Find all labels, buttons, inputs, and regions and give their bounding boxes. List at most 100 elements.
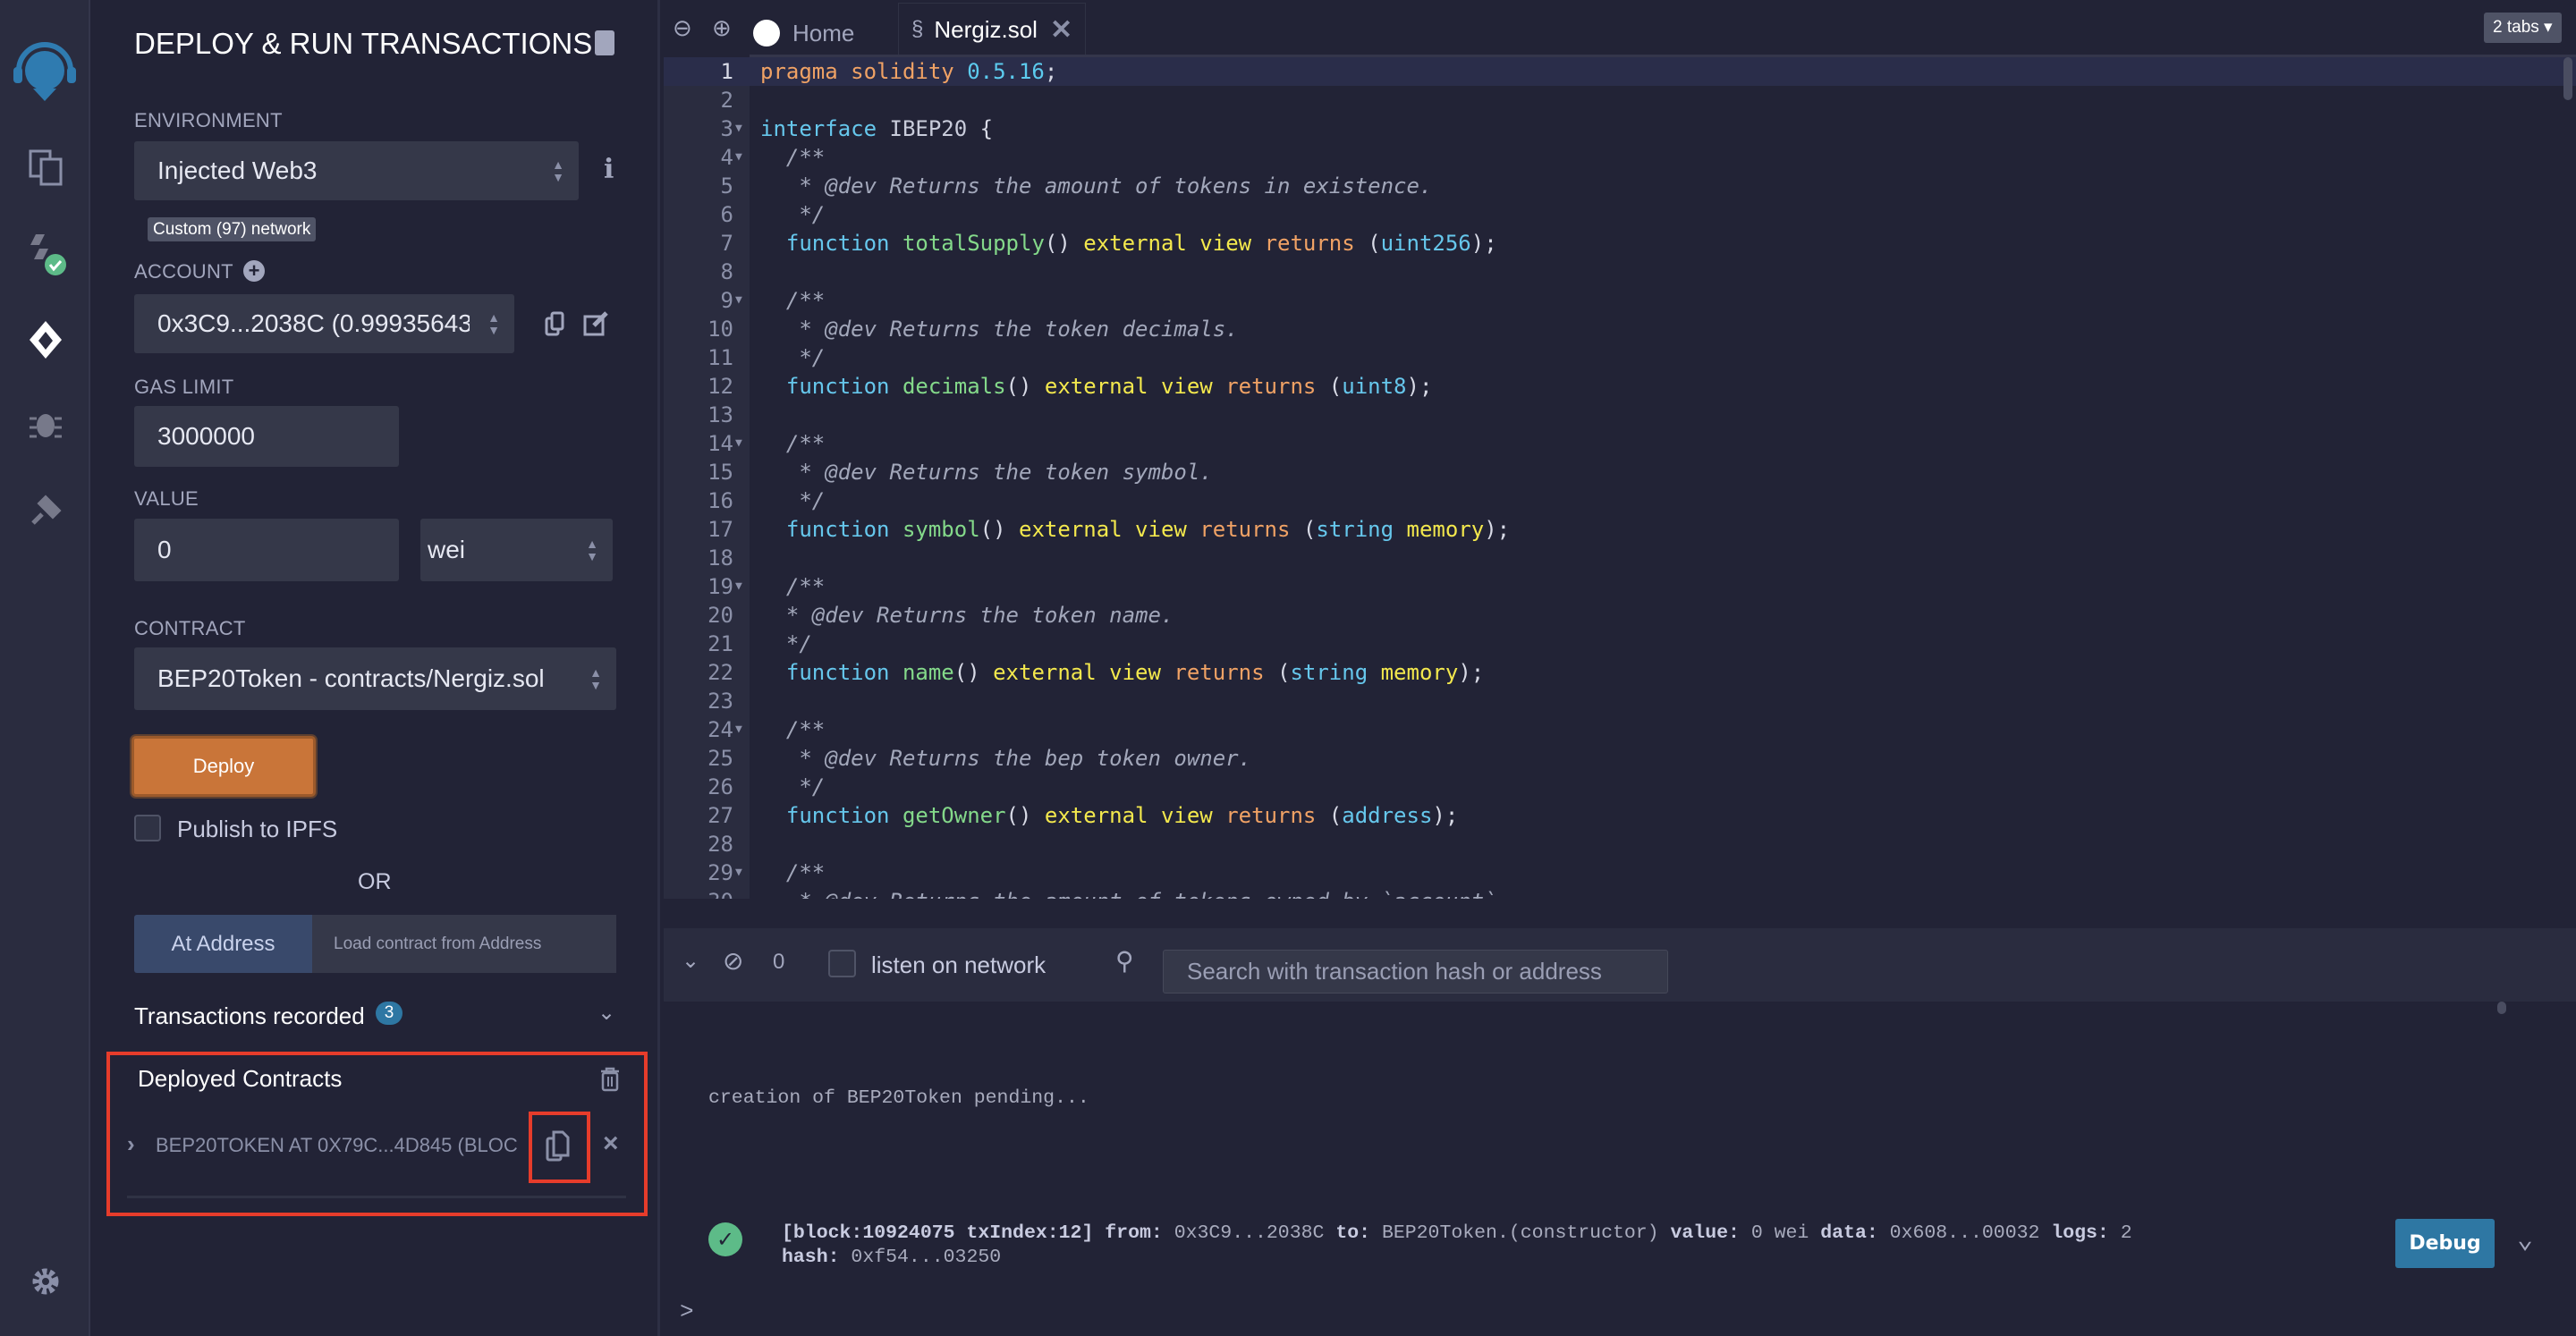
- fold-toggle-icon[interactable]: ▼: [735, 572, 742, 601]
- gear-icon[interactable]: [23, 1259, 68, 1304]
- line-number: 18: [708, 545, 733, 571]
- deploy-button[interactable]: Deploy: [131, 736, 316, 797]
- code-line[interactable]: 28: [664, 830, 2576, 858]
- chevron-right-icon[interactable]: ›: [127, 1130, 135, 1158]
- zoom-out-icon[interactable]: ⊖: [673, 14, 692, 42]
- solidity-compiler-icon[interactable]: [23, 233, 68, 277]
- code-token: external view: [1044, 803, 1226, 828]
- code-line[interactable]: 14 ▼ /**: [664, 429, 2576, 458]
- code-token: returns: [1225, 374, 1329, 399]
- terminal-scrollbar[interactable]: [2497, 1002, 2506, 1014]
- code-area[interactable]: 1 pragma solidity 0.5.16; 2 3 ▼ interface IBE…: [664, 57, 2576, 899]
- debugger-icon[interactable]: [23, 402, 68, 446]
- at-address-button[interactable]: At Address: [134, 915, 312, 973]
- deploy-run-icon[interactable]: [23, 317, 68, 362]
- expand-tx-chevron-icon[interactable]: ⌄: [2517, 1223, 2533, 1256]
- code-line[interactable]: 27 function getOwner() external view ret…: [664, 801, 2576, 830]
- code-line[interactable]: 19 ▼ /**: [664, 572, 2576, 601]
- deployed-contract-instance[interactable]: BEP20TOKEN AT 0X79C...4D845 (BLOCK: [156, 1134, 518, 1157]
- unit-value: wei: [428, 536, 466, 563]
- line-number: 10: [708, 317, 733, 342]
- code-line[interactable]: 9 ▼ /**: [664, 286, 2576, 315]
- editor-scrollbar[interactable]: [2563, 57, 2572, 100]
- code-line[interactable]: 13: [664, 401, 2576, 429]
- environment-select[interactable]: Injected Web3 ▲ ▼: [134, 141, 579, 200]
- code-token: getOwner: [902, 803, 1006, 828]
- code-line[interactable]: 29 ▼ /**: [664, 858, 2576, 887]
- close-tab-icon[interactable]: ✕: [1050, 14, 1072, 46]
- fold-toggle-icon[interactable]: ▼: [735, 114, 742, 143]
- value-unit-select[interactable]: wei ▲ ▼: [420, 519, 613, 581]
- code-line[interactable]: 16 */: [664, 486, 2576, 515]
- trash-icon[interactable]: [599, 1067, 621, 1096]
- code-line[interactable]: 25 * @dev Returns the bep token owner.: [664, 744, 2576, 773]
- info-icon[interactable]: i: [604, 154, 614, 185]
- value-input[interactable]: 0: [134, 519, 399, 581]
- code-line[interactable]: 3 ▼ interface IBEP20 {: [664, 114, 2576, 143]
- editor: ⊖ ⊕ Home § Nergiz.sol ✕ 2 tabs ▾ 1 pragma s…: [664, 0, 2576, 928]
- fold-toggle-icon[interactable]: ▼: [735, 429, 742, 458]
- tx-details-line2[interactable]: hash: 0xf54...03250: [782, 1247, 1001, 1268]
- add-account-icon[interactable]: +: [243, 260, 265, 282]
- remix-logo-icon[interactable]: [11, 36, 79, 104]
- code-line[interactable]: 5 * @dev Returns the amount of tokens in…: [664, 172, 2576, 200]
- code-line[interactable]: 21 */: [664, 630, 2576, 658]
- code-line[interactable]: 22 function name() external view returns…: [664, 658, 2576, 687]
- code-line[interactable]: 15 * @dev Returns the token symbol.: [664, 458, 2576, 486]
- contract-select[interactable]: BEP20Token - contracts/Nergiz.sol ▲ ▼: [134, 647, 616, 710]
- code-line[interactable]: 7 function totalSupply() external view r…: [664, 229, 2576, 258]
- account-select[interactable]: 0x3C9...2038C (0.99935643 ▲ ▼: [134, 294, 514, 353]
- code-line[interactable]: 4 ▼ /**: [664, 143, 2576, 172]
- tab-home[interactable]: Home: [753, 11, 854, 55]
- line-number: 2: [720, 88, 733, 113]
- at-address-input[interactable]: Load contract from Address: [312, 915, 616, 973]
- code-line[interactable]: 17 function symbol() external view retur…: [664, 515, 2576, 544]
- edit-icon[interactable]: [583, 311, 608, 341]
- tab-nergiz-sol[interactable]: § Nergiz.sol ✕: [898, 3, 1087, 55]
- gas-limit-input[interactable]: 3000000: [134, 406, 399, 467]
- code-token: (: [1302, 517, 1317, 542]
- collapse-terminal-icon[interactable]: ⌄: [682, 948, 699, 974]
- tabs-dropdown[interactable]: 2 tabs ▾: [2484, 13, 2562, 43]
- fold-toggle-icon[interactable]: ▼: [735, 143, 742, 172]
- transactions-recorded-label[interactable]: Transactions recorded: [134, 1002, 365, 1030]
- transaction-search-input[interactable]: Search with transaction hash or address: [1163, 950, 1668, 994]
- copy-address-icon[interactable]: [545, 1129, 570, 1168]
- fold-toggle-icon[interactable]: ▼: [735, 858, 742, 887]
- clear-console-icon[interactable]: ⊘: [723, 946, 743, 976]
- code-line[interactable]: 1 pragma solidity 0.5.16;: [664, 57, 2576, 86]
- code-line[interactable]: 8: [664, 258, 2576, 286]
- tx-value: 2: [2120, 1222, 2132, 1244]
- code-line[interactable]: 26 */: [664, 773, 2576, 801]
- fold-toggle-icon[interactable]: ▼: [735, 715, 742, 744]
- fold-toggle-icon[interactable]: ▼: [735, 286, 742, 315]
- plugin-manager-icon[interactable]: [23, 488, 68, 533]
- code-text: pragma solidity 0.5.16;: [760, 57, 1057, 86]
- documentation-icon[interactable]: [595, 30, 614, 55]
- code-line[interactable]: 11 */: [664, 343, 2576, 372]
- code-line[interactable]: 6 */: [664, 200, 2576, 229]
- zoom-in-icon[interactable]: ⊕: [712, 14, 732, 42]
- remove-instance-icon[interactable]: ×: [603, 1129, 619, 1159]
- debug-button[interactable]: Debug: [2395, 1219, 2495, 1268]
- file-explorer-icon[interactable]: [23, 145, 68, 190]
- tx-details-line1[interactable]: [block:10924075 txIndex:12] from: 0x3C9.…: [782, 1222, 2132, 1244]
- code-line[interactable]: 12 function decimals() external view ret…: [664, 372, 2576, 401]
- code-line[interactable]: 10 * @dev Returns the token decimals.: [664, 315, 2576, 343]
- copy-account-icon[interactable]: [545, 311, 564, 341]
- gas-limit-label: GAS LIMIT: [134, 376, 234, 398]
- code-line[interactable]: 18: [664, 544, 2576, 572]
- publish-ipfs-checkbox[interactable]: [134, 815, 161, 841]
- chevron-down-icon[interactable]: ⌄: [597, 1000, 615, 1026]
- code-line[interactable]: 24 ▼ /**: [664, 715, 2576, 744]
- code-line[interactable]: 30 * @dev Returns the amount of tokens o…: [664, 887, 2576, 899]
- code-line[interactable]: 23: [664, 687, 2576, 715]
- console-prompt[interactable]: >: [680, 1298, 694, 1325]
- listen-network-checkbox[interactable]: [828, 950, 856, 977]
- code-line[interactable]: 20 * @dev Returns the token name.: [664, 601, 2576, 630]
- line-number: 6: [720, 202, 733, 227]
- line-number: 22: [708, 660, 733, 685]
- code-token: memory: [1406, 517, 1485, 542]
- line-number: 27: [708, 803, 733, 828]
- code-line[interactable]: 2: [664, 86, 2576, 114]
